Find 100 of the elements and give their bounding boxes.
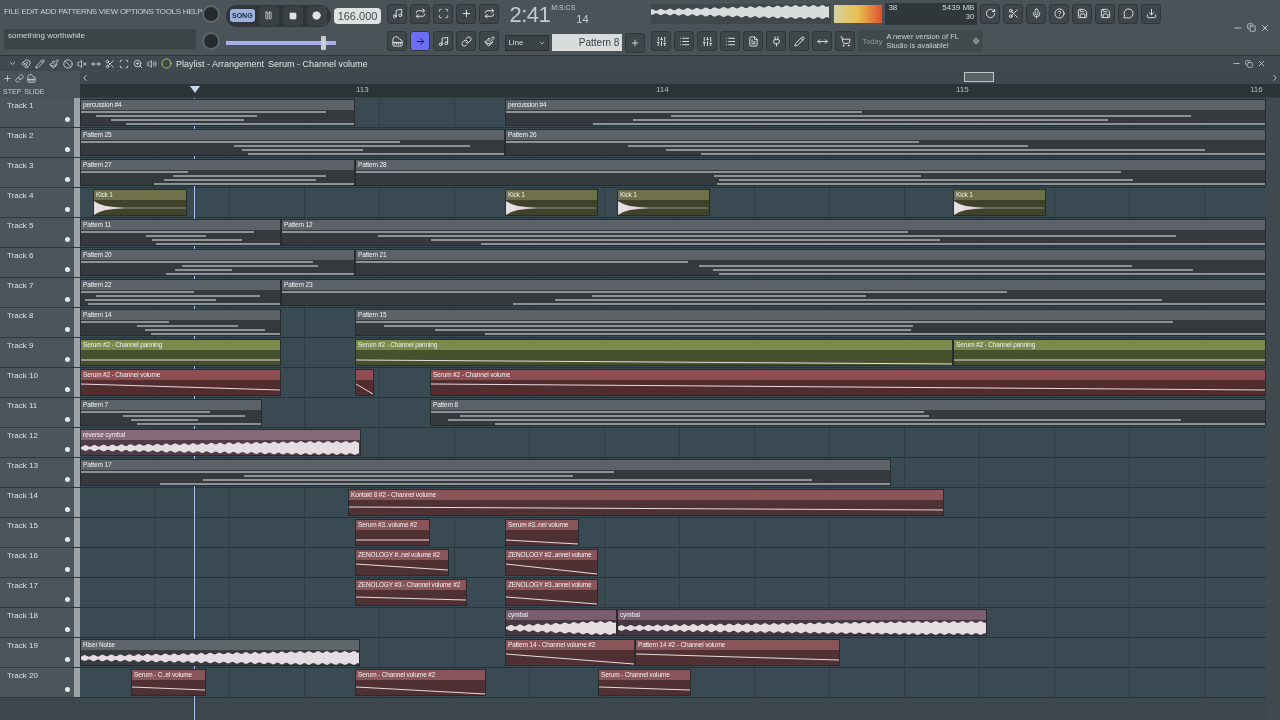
track-header[interactable]: Track 10	[0, 368, 80, 398]
scroll-right-icon[interactable]	[1270, 72, 1280, 83]
mute-dot-icon[interactable]	[65, 687, 70, 692]
slice-icon[interactable]	[105, 58, 115, 69]
mute-dot-icon[interactable]	[65, 267, 70, 272]
pattern-selector[interactable]: Pattern 8	[552, 34, 623, 52]
track-header[interactable]: Track 13	[0, 458, 80, 488]
restore-icon[interactable]	[1245, 59, 1253, 68]
mute-dot-icon[interactable]	[65, 537, 70, 542]
close-icon[interactable]	[1260, 22, 1270, 33]
mute-dot-icon[interactable]	[65, 237, 70, 242]
mute-icon[interactable]	[77, 58, 87, 69]
mute-dot-icon[interactable]	[65, 387, 70, 392]
slider-thumb[interactable]	[320, 36, 326, 51]
loop-icon[interactable]	[479, 3, 500, 24]
zoom-icon[interactable]	[133, 58, 143, 69]
select-icon[interactable]	[119, 58, 129, 69]
volume-knob[interactable]	[202, 4, 220, 23]
track-header[interactable]: Track 17	[0, 578, 80, 608]
globe-icon[interactable]	[973, 36, 980, 47]
mute-dot-icon[interactable]	[65, 177, 70, 182]
download-icon[interactable]	[1141, 3, 1162, 24]
note-icon[interactable]	[433, 31, 454, 52]
link-icon[interactable]	[15, 73, 24, 83]
menu-item[interactable]: ADD	[40, 6, 57, 16]
channel-rack-icon[interactable]	[674, 31, 695, 52]
mute-dot-icon[interactable]	[65, 447, 70, 452]
menu-item[interactable]: OPTIONS	[119, 6, 154, 16]
mute-dot-icon[interactable]	[65, 147, 70, 152]
track-header[interactable]: Track 16	[0, 548, 80, 578]
menu-item[interactable]: PATTERNS	[58, 6, 97, 16]
mute-dot-icon[interactable]	[65, 297, 70, 302]
snap-dropdown[interactable]: Line	[505, 34, 550, 51]
automation-clip[interactable]	[355, 369, 374, 396]
record-button[interactable]	[306, 5, 327, 26]
plug-icon[interactable]	[766, 31, 787, 52]
pitch-knob[interactable]	[202, 32, 220, 51]
stop-button[interactable]	[282, 5, 303, 26]
timeline-ruler[interactable]: 113 114 115 116	[80, 84, 1280, 97]
menu-item[interactable]: TOOLS	[155, 6, 181, 16]
hint-bar: something worthwhile	[4, 28, 196, 49]
menu-item[interactable]: HELP	[182, 6, 203, 16]
help-icon[interactable]	[1049, 3, 1070, 24]
undo-icon[interactable]	[980, 3, 1001, 24]
menu-icon[interactable]	[8, 59, 17, 68]
track-header[interactable]: Track 8	[0, 308, 80, 338]
scrollbar[interactable]	[1266, 98, 1280, 720]
chat-icon[interactable]	[1118, 3, 1139, 24]
restore-icon[interactable]	[1247, 23, 1256, 32]
mute-dot-icon[interactable]	[65, 327, 70, 332]
menu-item[interactable]: EDIT	[21, 6, 39, 16]
overview-thumb[interactable]	[964, 72, 994, 82]
track-header[interactable]: Track 18	[0, 608, 80, 638]
scroll-left-icon[interactable]	[80, 72, 90, 83]
mute-dot-icon[interactable]	[65, 417, 70, 422]
delete-icon[interactable]	[63, 58, 73, 69]
track-header[interactable]: Track 6	[0, 248, 80, 278]
track-header[interactable]: Track 9	[0, 338, 80, 368]
pencil-icon[interactable]	[35, 58, 45, 69]
save-icon[interactable]	[1072, 3, 1093, 24]
playlist-target[interactable]: Serum - Channel volume	[268, 58, 368, 69]
metronome-icon[interactable]	[387, 3, 408, 24]
mute-dot-icon[interactable]	[65, 597, 70, 602]
menu-item[interactable]: FILE	[4, 6, 20, 16]
track-header[interactable]: Track 4	[0, 188, 80, 218]
pause-button[interactable]	[258, 5, 279, 26]
magnet-icon[interactable]	[21, 58, 31, 69]
track-header[interactable]: Track 19	[0, 638, 80, 668]
keyboard-icon[interactable]	[387, 31, 408, 52]
document-icon[interactable]	[743, 31, 764, 52]
mute-dot-icon[interactable]	[65, 507, 70, 512]
close-icon[interactable]	[1257, 59, 1266, 68]
track-header[interactable]: Track 20	[0, 668, 80, 698]
microphone-icon[interactable]	[1026, 3, 1047, 24]
link-icon[interactable]	[456, 31, 477, 52]
add-track-icon[interactable]	[3, 73, 12, 83]
track-header[interactable]: Track 7	[0, 278, 80, 308]
track-header[interactable]: Track 14	[0, 488, 80, 518]
scissors-icon[interactable]	[1003, 3, 1024, 24]
track-header[interactable]: Track 3	[0, 158, 80, 188]
add-icon[interactable]	[625, 32, 646, 53]
mute-dot-icon[interactable]	[65, 657, 70, 662]
mute-dot-icon[interactable]	[65, 627, 70, 632]
tempo-field[interactable]: 166.000	[333, 7, 382, 24]
track-header[interactable]: Track 1	[0, 98, 80, 128]
mute-dot-icon[interactable]	[65, 117, 70, 122]
track-header[interactable]: Track 5	[0, 218, 80, 248]
track-header[interactable]: Track 15	[0, 518, 80, 548]
brush-icon[interactable]	[49, 58, 59, 69]
track-header[interactable]: Track 11	[0, 398, 80, 428]
track-header[interactable]: Track 2	[0, 128, 80, 158]
playback-icon[interactable]	[147, 58, 157, 69]
mute-dot-icon[interactable]	[65, 477, 70, 482]
track-header[interactable]: Track 12	[0, 428, 80, 458]
menu-item[interactable]: VIEW	[98, 6, 118, 16]
mixer-icon[interactable]	[697, 31, 718, 52]
cart-icon[interactable]	[835, 31, 856, 52]
mute-dot-icon[interactable]	[65, 357, 70, 362]
mute-dot-icon[interactable]	[65, 207, 70, 212]
mute-dot-icon[interactable]	[65, 567, 70, 572]
